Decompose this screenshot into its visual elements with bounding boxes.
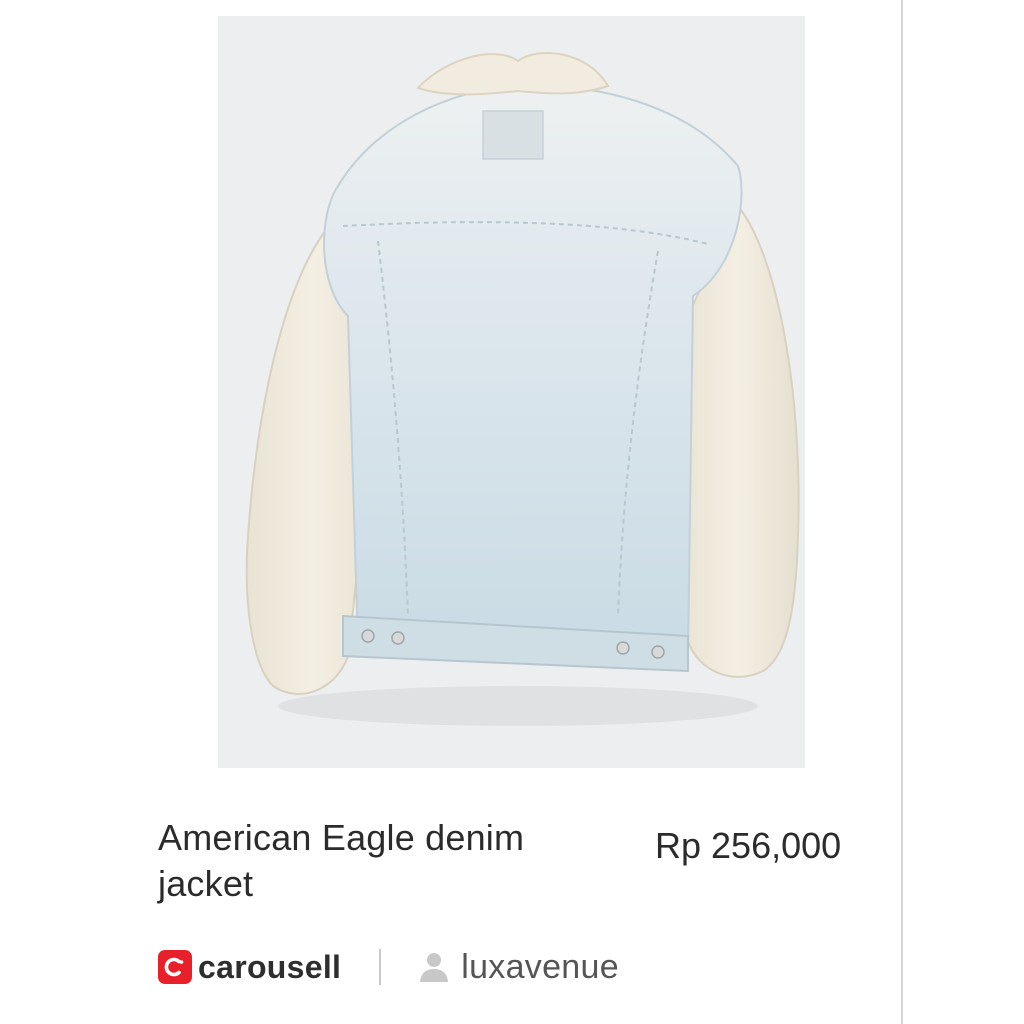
seller-link[interactable]: luxavenue: [419, 948, 619, 987]
footer-divider: [379, 949, 382, 985]
jacket-illustration: [218, 16, 805, 768]
listing-card[interactable]: American Eagle denim jacket Rp 256,000 c…: [0, 0, 1024, 1024]
panel-divider: [901, 0, 903, 1024]
product-photo[interactable]: [218, 16, 805, 768]
user-icon: [420, 953, 449, 982]
seller-username: luxavenue: [461, 947, 619, 986]
listing-price: Rp 256,000: [655, 825, 842, 866]
brand-logo[interactable]: carousell: [158, 949, 341, 986]
brand-name: carousell: [198, 948, 342, 985]
listing-footer: carousell luxavenue: [158, 943, 619, 991]
carousell-logo-icon: [158, 950, 192, 984]
listing-title[interactable]: American Eagle denim jacket: [158, 815, 618, 907]
